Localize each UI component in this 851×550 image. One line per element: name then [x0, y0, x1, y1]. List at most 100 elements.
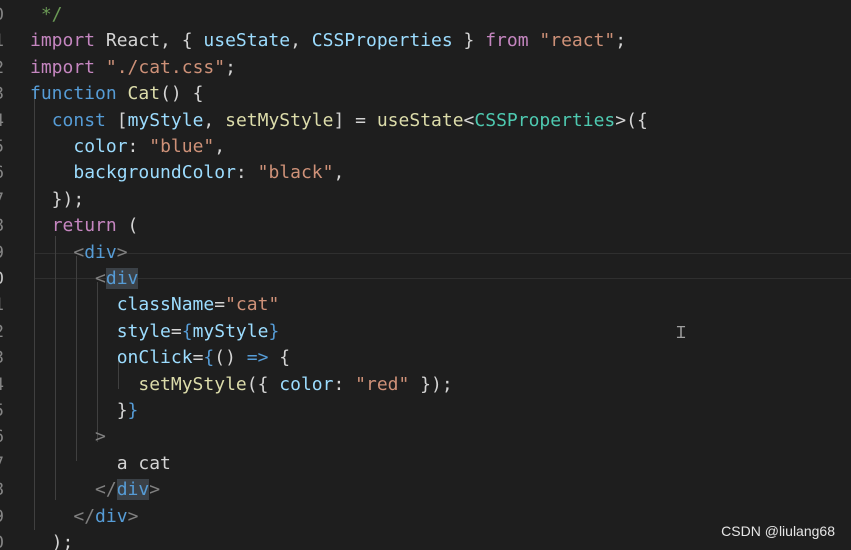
code-token: = — [170, 320, 182, 342]
code-token: setMyStyle — [138, 373, 247, 395]
code-token: "black" — [257, 162, 334, 184]
code-token: { — [203, 347, 215, 369]
code-token: "react" — [539, 30, 616, 52]
code-token: () { — [160, 83, 204, 105]
code-token: a cat — [116, 452, 171, 474]
code-token: = — [192, 347, 204, 369]
code-token: */ — [30, 4, 63, 25]
code-token: > — [127, 505, 139, 527]
code-token: }); — [30, 188, 85, 210]
code-token: ({ — [246, 373, 280, 395]
code-line[interactable]: */ — [30, 2, 63, 28]
code-token: : — [127, 136, 150, 157]
code-token: CSSProperties — [311, 30, 453, 52]
code-line[interactable]: color: "blue", — [30, 134, 225, 160]
code-token: return — [51, 215, 117, 237]
code-token: : — [333, 373, 356, 395]
code-token: myStyle — [192, 320, 269, 342]
code-line[interactable]: function Cat() { — [30, 81, 203, 107]
code-area[interactable]: */ import React, { useState, CSSPropertie… — [0, 0, 851, 550]
code-token: </ — [95, 479, 117, 501]
code-token: import — [30, 30, 96, 52]
code-token: div — [84, 241, 117, 263]
code-line[interactable]: const [myStyle, setMyStyle] = useState<C… — [30, 108, 648, 134]
code-token: }); — [409, 373, 453, 395]
code-editor[interactable]: 012345678901234567890 */import React, { … — [0, 0, 851, 550]
code-token: myStyle — [127, 109, 204, 131]
code-line[interactable]: import React, { useState, CSSProperties … — [30, 28, 626, 54]
code-line[interactable]: className="cat" — [30, 292, 280, 318]
code-token: div — [116, 479, 150, 501]
code-token: ] = — [333, 109, 377, 131]
code-token: >({ — [615, 109, 648, 131]
code-token: < — [73, 241, 85, 263]
code-token: from — [485, 30, 529, 52]
code-token: color — [279, 373, 334, 395]
code-line[interactable]: setMyStyle({ color: "red" }); — [30, 372, 453, 398]
code-token: setMyStyle — [225, 109, 334, 131]
code-token: ; — [225, 56, 236, 78]
code-line[interactable]: onClick={() => { — [30, 345, 290, 371]
code-line[interactable]: }); — [30, 187, 85, 213]
code-line[interactable]: a cat — [30, 451, 171, 477]
code-token: useState — [203, 30, 291, 52]
code-line[interactable]: <div — [30, 266, 139, 292]
code-line[interactable]: }} — [30, 398, 139, 424]
code-token: < — [95, 268, 106, 289]
code-token: import — [30, 56, 96, 78]
text-cursor-icon: Ｉ — [673, 323, 690, 342]
code-token: , — [333, 162, 345, 184]
code-token: } — [268, 320, 280, 342]
code-token: , — [203, 109, 226, 131]
code-token: > — [116, 241, 128, 263]
code-token: backgroundColor — [73, 162, 236, 184]
code-line[interactable]: backgroundColor: "black", — [30, 160, 344, 186]
code-line[interactable]: > — [30, 424, 106, 450]
code-token: ( — [116, 215, 139, 237]
code-line[interactable]: </div> — [30, 477, 160, 503]
watermark: CSDN @liulang68 — [721, 523, 835, 539]
code-token: div — [95, 505, 128, 527]
code-token: = — [214, 294, 226, 316]
code-token: React, { — [95, 30, 204, 52]
code-line[interactable]: return ( — [30, 213, 139, 239]
code-token: "red" — [355, 373, 410, 395]
code-token: , — [290, 30, 312, 52]
code-line[interactable]: style={myStyle} — [30, 319, 280, 345]
code-token: function — [30, 83, 117, 105]
code-line[interactable]: </div> — [30, 504, 138, 530]
code-line[interactable]: import "./cat.css"; — [30, 55, 236, 81]
code-token: ; — [615, 30, 627, 52]
code-token: } — [452, 30, 486, 52]
code-line[interactable]: ); — [30, 530, 74, 550]
code-token: , — [214, 136, 226, 157]
code-token: style — [116, 320, 171, 342]
code-token: } — [116, 400, 128, 421]
code-token: div — [105, 268, 139, 289]
code-token: > — [149, 479, 161, 501]
code-token: { — [181, 320, 193, 342]
code-token: => — [246, 347, 269, 369]
code-token: [ — [105, 109, 128, 131]
code-line[interactable]: <div> — [30, 240, 128, 266]
code-token: "cat" — [225, 294, 280, 316]
code-token: Cat — [127, 83, 161, 105]
code-token: const — [51, 109, 106, 131]
code-token: "blue" — [149, 136, 215, 157]
code-token: < — [463, 109, 475, 131]
code-token: () — [214, 347, 247, 369]
code-token: ); — [30, 532, 74, 550]
